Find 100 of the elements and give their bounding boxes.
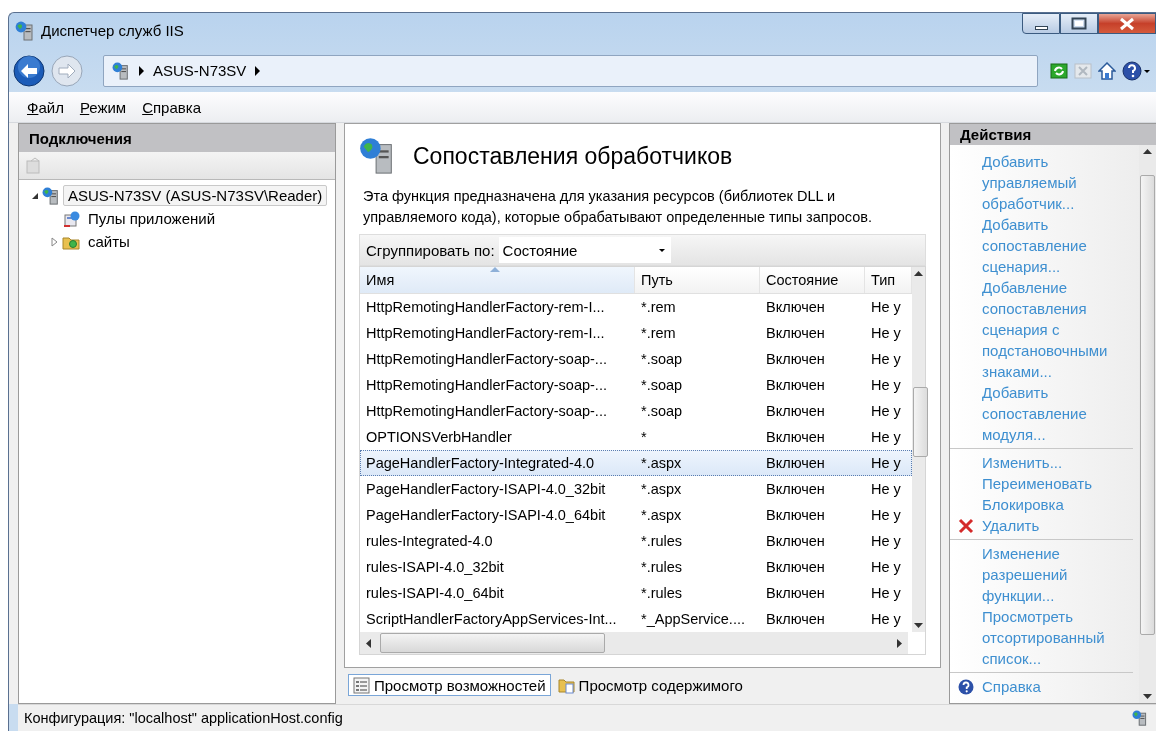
status-text: Конфигурация: "localhost" applicationHost.config [24, 710, 343, 727]
scroll-up-icon[interactable] [914, 271, 923, 277]
table-cell-text: Не у [870, 507, 902, 524]
table-row[interactable]: HttpRemotingHandlerFactory-soap-... *.soap Включен Не у [360, 346, 912, 373]
menu-item[interactable]: Файл [23, 96, 72, 118]
table-cell-text: Не у [870, 455, 902, 472]
maximize-button[interactable] [1060, 13, 1098, 34]
scroll-left-icon[interactable] [366, 638, 371, 648]
app-pool-icon [62, 209, 80, 228]
panel-header: Действия [950, 124, 1156, 146]
scrollbar[interactable] [912, 267, 925, 633]
tree-item[interactable]: сайты [83, 231, 135, 253]
scroll-up-icon[interactable] [1143, 149, 1152, 155]
table-row[interactable]: ScriptHandlerFactoryAppServices-Int... *_AppService.... Включен Не у [360, 606, 912, 633]
table-row[interactable]: PageHandlerFactory-Integrated-4.0 *.aspx Включен Не у [360, 450, 912, 477]
caret-icon [658, 248, 665, 252]
view-tab[interactable]: Просмотр содержимого [552, 674, 748, 697]
table-cell-text: Не у [870, 299, 902, 316]
page-title: Сопоставления обработчиков [413, 142, 733, 170]
table-cell-text: *.aspx [640, 507, 683, 524]
table-cell-text: *.aspx [640, 481, 683, 498]
table-cell-text: Включен [765, 325, 826, 342]
scroll-thumb[interactable] [913, 387, 928, 458]
table-row[interactable]: rules-ISAPI-4.0_64bit *.rules Включен Не у [360, 580, 912, 607]
scroll-thumb[interactable] [1140, 175, 1155, 636]
table-cell-text: Не у [870, 325, 902, 342]
maximize-icon [1071, 17, 1087, 30]
group-by-label: Сгруппировать по: [366, 241, 495, 259]
scroll-down-icon[interactable] [1143, 694, 1152, 700]
list-icon [353, 676, 370, 694]
table-cell-text: Не у [870, 585, 902, 602]
table-cell-text: Не у [870, 351, 902, 368]
table-cell-text: *.rem [640, 325, 677, 342]
table-cell-text: Включен [765, 429, 826, 446]
view-tab[interactable]: Просмотр возможностей [348, 674, 551, 697]
table-row[interactable]: OPTIONSVerbHandler * Включен Не у [360, 424, 912, 451]
close-icon [1119, 16, 1135, 31]
table-cell-text: Включен [765, 559, 826, 576]
table-cell-text: Не у [870, 611, 902, 628]
table-cell-text: PageHandlerFactory-Integrated-4.0 [365, 455, 596, 472]
home-icon[interactable] [1098, 61, 1116, 80]
expand-icon[interactable] [49, 236, 59, 247]
table-cell-text: *.rem [640, 299, 677, 316]
table-cell-text: PageHandlerFactory-ISAPI-4.0_32bit [365, 481, 607, 498]
table-cell-text: Включен [765, 481, 826, 498]
app-icon [15, 21, 35, 41]
menu-item[interactable]: Справка [138, 96, 209, 118]
scroll-down-icon[interactable] [914, 623, 923, 629]
scroll-right-icon[interactable] [897, 638, 902, 648]
table-cell-text: Включен [765, 403, 826, 420]
table-cell-text: Включен [765, 611, 826, 628]
minimize-icon [1034, 26, 1048, 30]
scroll-thumb[interactable] [380, 633, 605, 654]
close-button[interactable] [1098, 13, 1156, 34]
table-cell-text: Включен [765, 377, 826, 394]
group-by-dropdown[interactable]: Состояние [498, 237, 671, 264]
table-cell-text: HttpRemotingHandlerFactory-soap-... [365, 403, 608, 420]
table-cell-text: Включен [765, 585, 826, 602]
table-cell-text: Не у [870, 481, 902, 498]
minimize-button[interactable] [1022, 13, 1060, 34]
column-header[interactable]: Состояние [760, 267, 865, 294]
table-cell-text: HttpRemotingHandlerFactory-soap-... [365, 351, 608, 368]
table-cell-text: Включен [765, 533, 826, 550]
table-row[interactable]: PageHandlerFactory-ISAPI-4.0_64bit *.aspx Включен Не у [360, 502, 912, 529]
table-cell-text: *_AppService.... [640, 611, 746, 628]
table-cell-text: PageHandlerFactory-ISAPI-4.0_64bit [365, 507, 607, 524]
refresh-icon[interactable] [1050, 61, 1068, 80]
table-cell-text: *.rules [640, 533, 684, 550]
tree-item[interactable]: ASUS-N73SV (ASUS-N73SV\Reader) [63, 185, 328, 207]
delete-icon [958, 518, 974, 535]
address-bar[interactable]: ASUS-N73SV [103, 54, 1038, 87]
chevron-right-icon [254, 64, 262, 77]
breadcrumb[interactable]: ASUS-N73SV [153, 62, 247, 80]
table-row[interactable]: HttpRemotingHandlerFactory-rem-I... *.rem Включен Не у [360, 294, 912, 321]
column-header[interactable]: Имя [360, 267, 635, 294]
chevron-right-icon [138, 64, 145, 77]
window-title: Диспетчер служб IIS [41, 22, 185, 39]
table-cell-text: Включен [765, 507, 826, 524]
scrollbar[interactable] [360, 632, 908, 655]
scrollbar[interactable] [1139, 145, 1156, 704]
table-cell-text: *.soap [640, 403, 684, 420]
menu-item[interactable]: Режим [75, 96, 135, 118]
table-cell-text: OPTIONSVerbHandler [365, 429, 513, 446]
table-row[interactable]: HttpRemotingHandlerFactory-soap-... *.soap Включен Не у [360, 372, 912, 399]
panel-header: Подключения [19, 124, 335, 153]
table-row[interactable]: rules-ISAPI-4.0_32bit *.rules Включен Не у [360, 554, 912, 581]
table-row[interactable]: HttpRemotingHandlerFactory-rem-I... *.rem Включен Не у [360, 320, 912, 347]
column-header[interactable]: Путь [635, 267, 760, 294]
table-row[interactable]: HttpRemotingHandlerFactory-soap-... *.soap Включен Не у [360, 398, 912, 425]
table-cell-text: Включен [765, 455, 826, 472]
help-icon[interactable] [1122, 60, 1150, 81]
table-cell-text: *.rules [640, 559, 684, 576]
tree-item[interactable]: Пулы приложений [83, 208, 220, 230]
table-cell-text: rules-Integrated-4.0 [365, 533, 494, 550]
table-row[interactable]: rules-Integrated-4.0 *.rules Включен Не у [360, 528, 912, 555]
table-row[interactable]: PageHandlerFactory-ISAPI-4.0_32bit *.aspx Включен Не у [360, 476, 912, 503]
table-cell-text: HttpRemotingHandlerFactory-rem-I... [365, 325, 606, 342]
back-icon[interactable] [13, 54, 45, 87]
table-cell-text: *.soap [640, 377, 684, 394]
table-cell-text: Включен [765, 351, 826, 368]
